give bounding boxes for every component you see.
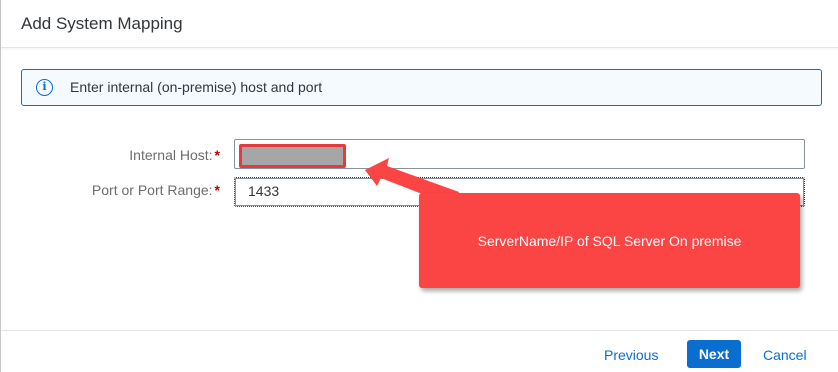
required-marker: * [214,182,220,198]
info-message-text: Enter internal (on-premise) host and por… [70,79,323,95]
add-system-mapping-dialog: Add System Mapping i Enter internal (on-… [0,0,838,372]
internal-host-label-text: Internal Host: [129,147,213,163]
redacted-host-highlight [239,144,346,168]
dialog-header: Add System Mapping [1,0,838,48]
required-marker: * [214,147,220,163]
internal-host-label: Internal Host: * [20,147,220,163]
cancel-button[interactable]: Cancel [763,347,807,363]
info-message-strip: i Enter internal (on-premise) host and p… [21,69,822,106]
internal-host-input[interactable] [234,139,805,169]
annotation-callout-text: ServerName/IP of SQL Server On premise [477,233,742,249]
dialog-title: Add System Mapping [21,14,183,33]
next-button[interactable]: Next [687,340,741,368]
port-label: Port or Port Range: * [20,182,220,198]
port-value: 1433 [248,183,280,199]
info-icon: i [36,79,53,96]
port-label-text: Port or Port Range: [91,182,213,198]
annotation-callout: ServerName/IP of SQL Server On premise [419,193,800,288]
dialog-footer: Previous Next Cancel [1,330,838,372]
previous-button[interactable]: Previous [604,347,658,363]
